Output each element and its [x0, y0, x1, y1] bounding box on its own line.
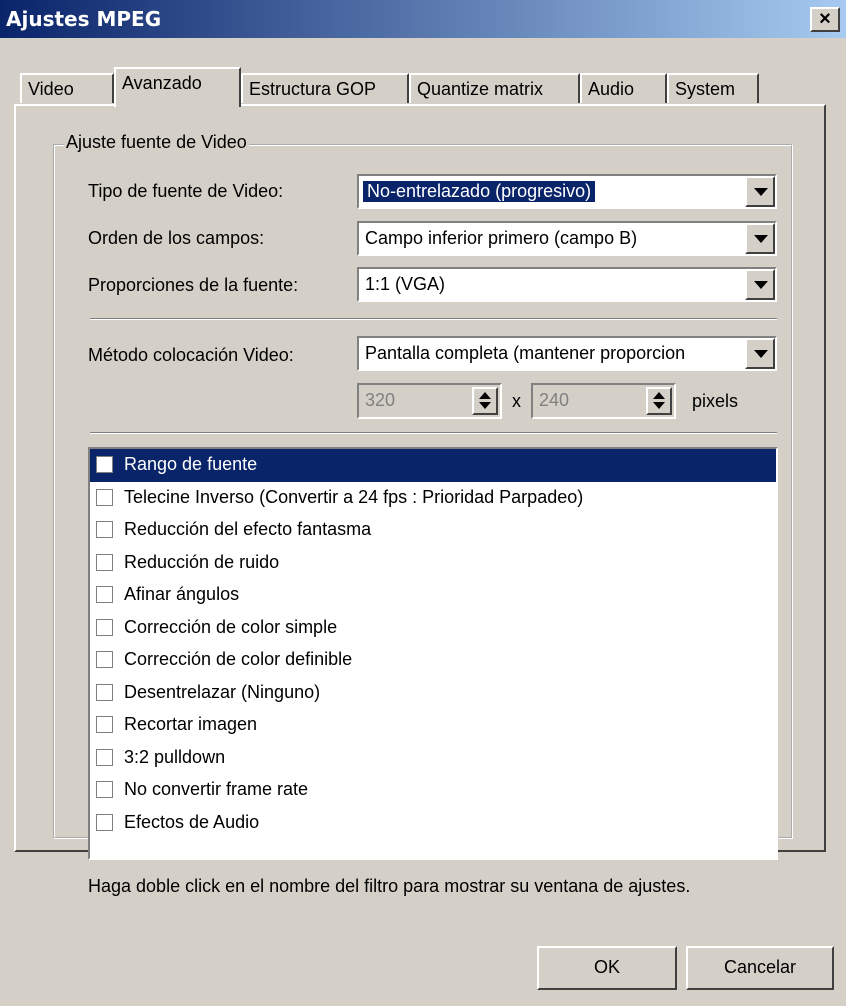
height-value: 240 — [539, 390, 570, 410]
source-type-dropdown-button[interactable] — [745, 176, 775, 207]
panel-content: Tipo de fuente de Video: No-entrelazado … — [0, 0, 846, 1006]
cancel-button[interactable]: Cancelar — [686, 946, 834, 990]
filter-label: Rango de fuente — [124, 454, 258, 474]
cancel-label: Cancelar — [723, 957, 797, 977]
field-order-value: Campo inferior primero (campo B) — [365, 228, 638, 248]
filter-label: Desentrelazar (Ninguno) — [124, 681, 321, 702]
checkbox[interactable] — [96, 553, 113, 571]
list-item[interactable]: Desentrelazar (Ninguno) — [90, 677, 776, 710]
list-item[interactable]: Rango de fuente — [90, 449, 776, 482]
aspect-ratio-dropdown-button[interactable] — [745, 269, 775, 300]
filter-label: Reducción de ruido — [124, 551, 280, 572]
filter-label: 3:2 pulldown — [124, 746, 226, 767]
filter-list[interactable]: Rango de fuente Telecine Inverso (Conver… — [88, 447, 778, 860]
source-type-select[interactable]: No-entrelazado (progresivo) — [357, 174, 777, 209]
list-item[interactable]: Afinar ángulos — [90, 579, 776, 612]
source-type-value: No-entrelazado (progresivo) — [361, 180, 597, 203]
filter-label: Recortar imagen — [124, 714, 258, 734]
list-item[interactable]: Reducción de ruido — [90, 547, 776, 580]
width-value: 320 — [365, 390, 396, 410]
ok-label: OK — [593, 957, 620, 977]
checkbox[interactable] — [96, 456, 113, 473]
width-spinner[interactable]: 320 — [357, 383, 502, 419]
list-item[interactable]: Corrección de color definible — [90, 644, 776, 677]
placement-select[interactable]: Pantalla completa (mantener proporcion — [357, 336, 777, 371]
checkbox[interactable] — [96, 618, 113, 636]
filter-label: Afinar ángulos — [124, 584, 240, 604]
checkbox[interactable] — [96, 651, 113, 668]
checkbox[interactable] — [96, 716, 113, 733]
list-item[interactable]: Telecine Inverso (Convertir a 24 fps : P… — [90, 482, 776, 515]
checkbox[interactable] — [96, 586, 113, 603]
field-order-select[interactable]: Campo inferior primero (campo B) — [357, 221, 777, 256]
aspect-ratio-value: 1:1 (VGA) — [365, 274, 446, 294]
checkbox[interactable] — [96, 813, 113, 831]
units-label: pixels — [692, 391, 739, 411]
placement-value: Pantalla completa (mantener proporcion — [365, 343, 686, 363]
chevron-down-icon — [754, 281, 768, 289]
spin-down-icon — [479, 402, 491, 409]
aspect-ratio-select[interactable]: 1:1 (VGA) — [357, 267, 777, 302]
filter-label: Telecine Inverso (Convertir a 24 fps : P… — [124, 486, 584, 507]
spin-up-icon — [479, 392, 491, 399]
field-order-dropdown-button[interactable] — [745, 223, 775, 254]
checkbox[interactable] — [96, 683, 113, 701]
filter-label: No convertir frame rate — [124, 779, 309, 799]
filter-label: Efectos de Audio — [124, 811, 260, 832]
checkbox[interactable] — [96, 781, 113, 798]
list-item[interactable]: Reducción del efecto fantasma — [90, 514, 776, 547]
chevron-down-icon — [754, 188, 768, 196]
source-type-label: Tipo de fuente de Video: — [88, 181, 284, 201]
filter-label: Corrección de color definible — [124, 649, 353, 669]
separator — [90, 432, 777, 434]
times-sign: x — [512, 391, 521, 411]
height-spinner[interactable]: 240 — [531, 383, 676, 419]
chevron-down-icon — [754, 350, 768, 358]
aspect-ratio-label: Proporciones de la fuente: — [88, 275, 299, 295]
hint-text: Haga doble click en el nombre del filtro… — [88, 876, 691, 896]
checkbox[interactable] — [96, 488, 113, 506]
list-item[interactable]: Efectos de Audio — [90, 807, 776, 840]
field-order-label: Orden de los campos: — [88, 228, 265, 248]
height-spin-buttons[interactable] — [646, 387, 672, 415]
placement-label: Método colocación Video: — [88, 345, 294, 365]
chevron-down-icon — [754, 235, 768, 243]
filter-label: Reducción del efecto fantasma — [124, 519, 372, 539]
spin-up-icon — [653, 392, 665, 399]
placement-dropdown-button[interactable] — [745, 338, 775, 369]
checkbox[interactable] — [96, 521, 113, 538]
width-spin-buttons[interactable] — [472, 387, 498, 415]
filter-label: Corrección de color simple — [124, 616, 338, 637]
list-item[interactable]: Recortar imagen — [90, 709, 776, 742]
spin-down-icon — [653, 402, 665, 409]
list-item[interactable]: 3:2 pulldown — [90, 742, 776, 775]
checkbox[interactable] — [96, 748, 113, 766]
list-item[interactable]: Corrección de color simple — [90, 612, 776, 645]
separator — [90, 318, 777, 320]
list-item[interactable]: No convertir frame rate — [90, 774, 776, 807]
ok-button[interactable]: OK — [537, 946, 677, 990]
